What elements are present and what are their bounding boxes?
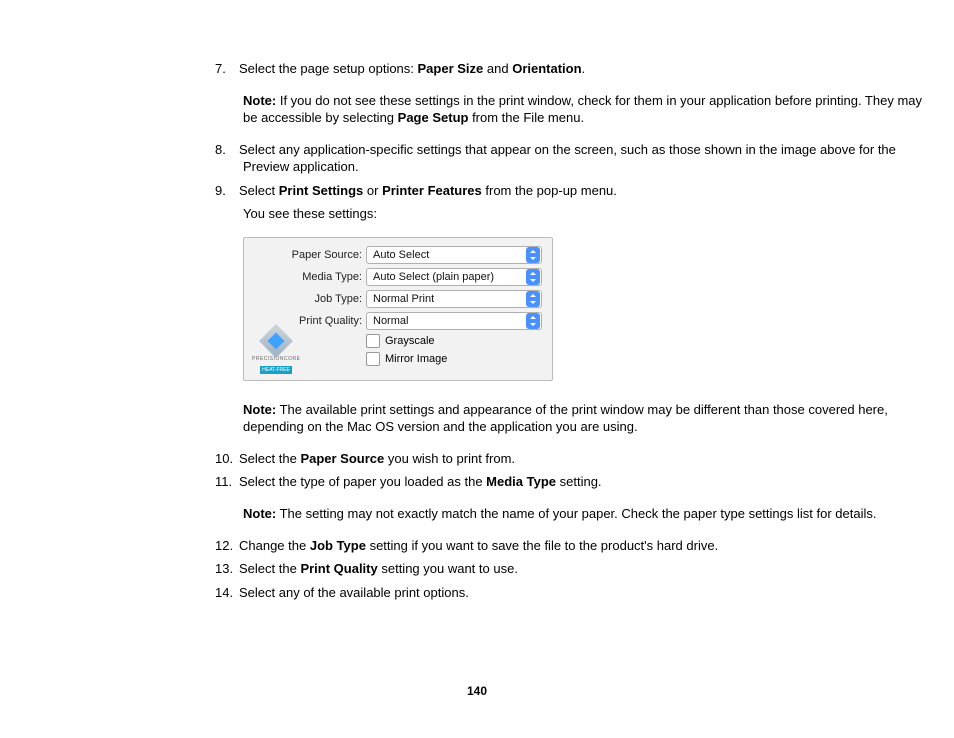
- step-text: Select the type of paper you loaded as t…: [239, 474, 602, 489]
- step-number: 7.: [215, 60, 239, 78]
- mirror-image-checkbox[interactable]: [366, 352, 380, 366]
- dropdown-icon: [526, 247, 540, 263]
- media-type-value: Auto Select (plain paper): [373, 271, 494, 283]
- step-8: 8.Select any application-specific settin…: [243, 141, 935, 176]
- content-area: 7.Select the page setup options: Paper S…: [215, 60, 935, 601]
- step-number: 13.: [215, 560, 239, 578]
- job-type-value: Normal Print: [373, 293, 434, 305]
- dropdown-icon: [526, 313, 540, 329]
- note-label: Note:: [243, 506, 276, 521]
- document-page: 7.Select the page setup options: Paper S…: [0, 0, 954, 738]
- print-settings-figure: Paper Source: Auto Select Media Type: Au…: [243, 237, 553, 381]
- mirror-image-label: Mirror Image: [385, 353, 447, 365]
- job-type-select[interactable]: Normal Print: [366, 290, 542, 308]
- print-quality-select[interactable]: Normal: [366, 312, 542, 330]
- step-number: 14.: [215, 584, 239, 602]
- step-9-subtext: You see these settings:: [243, 205, 935, 223]
- step-text: Select Print Settings or Printer Feature…: [239, 183, 617, 198]
- step-13: 13.Select the Print Quality setting you …: [243, 560, 935, 578]
- print-quality-label: Print Quality:: [254, 315, 366, 327]
- step-text: Change the Job Type setting if you want …: [239, 538, 718, 553]
- dropdown-icon: [526, 269, 540, 285]
- step-text: Select the Print Quality setting you wan…: [239, 561, 518, 576]
- paper-source-label: Paper Source:: [254, 249, 366, 261]
- step-10: 10.Select the Paper Source you wish to p…: [243, 450, 935, 468]
- step-7: 7.Select the page setup options: Paper S…: [243, 60, 935, 78]
- logo-icon: [259, 324, 293, 358]
- note-3: Note: The setting may not exactly match …: [243, 505, 935, 523]
- precisioncore-logo: PRECISIONCORE HEAT-FREE: [252, 329, 300, 374]
- paper-source-value: Auto Select: [373, 249, 429, 261]
- grayscale-checkbox[interactable]: [366, 334, 380, 348]
- step-9: 9.Select Print Settings or Printer Featu…: [243, 182, 935, 200]
- grayscale-label: Grayscale: [385, 335, 435, 347]
- note-label: Note:: [243, 93, 276, 108]
- media-type-label: Media Type:: [254, 271, 366, 283]
- step-text: Select the Paper Source you wish to prin…: [239, 451, 515, 466]
- job-type-label: Job Type:: [254, 293, 366, 305]
- step-14: 14.Select any of the available print opt…: [243, 584, 935, 602]
- step-text: Select any of the available print option…: [239, 585, 469, 600]
- logo-text-2: HEAT-FREE: [260, 366, 292, 374]
- media-type-select[interactable]: Auto Select (plain paper): [366, 268, 542, 286]
- note-1: Note: If you do not see these settings i…: [243, 92, 935, 127]
- paper-source-select[interactable]: Auto Select: [366, 246, 542, 264]
- step-11: 11.Select the type of paper you loaded a…: [243, 473, 935, 491]
- step-text: Select any application-specific settings…: [239, 142, 896, 175]
- step-text: Select the page setup options: Paper Siz…: [239, 61, 585, 76]
- print-quality-value: Normal: [373, 315, 408, 327]
- page-number: 140: [0, 684, 954, 698]
- step-number: 10.: [215, 450, 239, 468]
- step-number: 9.: [215, 182, 239, 200]
- step-number: 12.: [215, 537, 239, 555]
- step-number: 11.: [215, 473, 239, 491]
- step-number: 8.: [215, 141, 239, 159]
- note-2: Note: The available print settings and a…: [243, 401, 935, 436]
- step-12: 12.Change the Job Type setting if you wa…: [243, 537, 935, 555]
- dropdown-icon: [526, 291, 540, 307]
- note-label: Note:: [243, 402, 276, 417]
